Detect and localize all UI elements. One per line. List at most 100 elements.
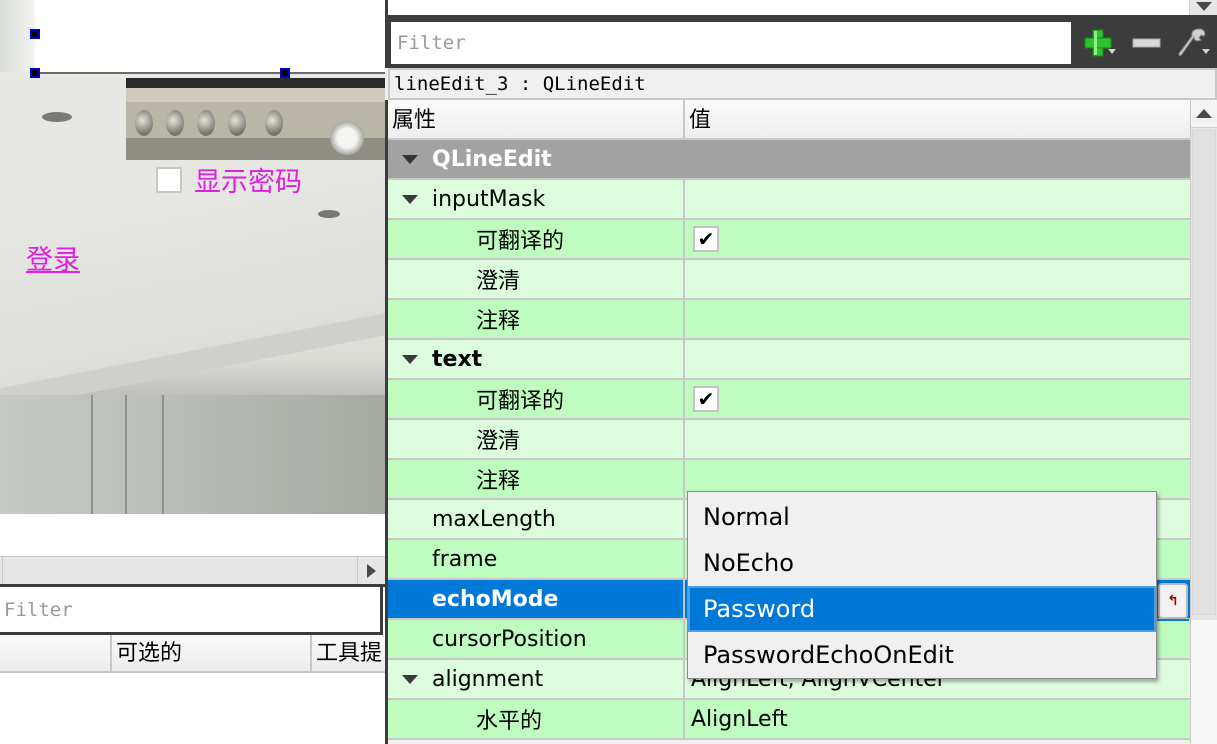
background-image-knob [197,110,215,136]
checkbox-box[interactable] [156,166,182,193]
property-row[interactable]: 澄清 [388,420,1190,460]
property-name-cell[interactable]: QLineEdit [388,140,685,178]
echo-mode-option[interactable]: NoEcho [688,540,1156,586]
background-image-knob [265,110,283,136]
minus-icon [1132,38,1161,48]
dropdown-indicator-icon [1202,49,1210,54]
property-row[interactable]: 可翻译的 ✔ [388,220,1190,260]
property-filter-field[interactable] [391,22,1071,64]
property-name-cell[interactable]: 注释 [388,460,685,498]
property-name-cell[interactable]: 注释 [388,300,685,338]
arrow-down-icon [1195,1,1212,11]
echo-mode-option[interactable]: Password [688,586,1156,632]
property-name: frame [432,546,498,572]
column-header-tooltip[interactable]: 工具提 [312,635,385,671]
property-value-cell[interactable]: ✔ [685,380,1190,418]
canvas-horizontal-scrollbar[interactable] [0,556,385,584]
background-image-knob [166,110,184,136]
login-link[interactable]: 登录 [26,238,80,277]
property-name-cell[interactable]: maxLength [388,500,685,538]
property-value-cell[interactable] [685,180,1190,218]
selection-handle[interactable] [30,29,40,39]
property-filter-input[interactable] [391,22,1071,64]
expand-collapse-icon[interactable] [388,354,432,364]
selected-line-edit-widget[interactable] [35,0,385,74]
dropdown-indicator-icon [1108,49,1116,54]
signal-filter-input[interactable] [0,587,380,632]
property-row[interactable]: inputMask [388,180,1190,220]
add-dynamic-property-button[interactable] [1080,26,1116,60]
property-name-cell[interactable]: cursorPosition [388,620,685,658]
property-name-cell[interactable]: 澄清 [388,420,685,458]
property-name: 水平的 [476,709,543,734]
canvas-blank-area [0,514,385,556]
background-image-line [125,395,127,514]
property-table-header: 属性 值 [388,100,1190,140]
property-value-cell[interactable]: ✔ [685,220,1190,258]
scroll-down-button[interactable] [1189,0,1217,15]
signal-filter-field[interactable] [0,587,383,635]
property-name-cell[interactable]: 水平的 [388,700,685,738]
property-name: 可翻译的 [476,389,565,414]
property-name: 澄清 [476,269,521,294]
property-name-cell[interactable]: alignment [388,660,685,698]
property-row[interactable]: 注释 [388,300,1190,340]
property-row[interactable]: text [388,340,1190,380]
column-header-value[interactable]: 值 [685,100,1190,138]
property-checkbox[interactable]: ✔ [693,226,719,252]
current-object-label: lineEdit_3 : QLineEdit [388,68,1217,100]
property-name-cell[interactable]: 可翻译的 [388,220,685,258]
property-value-cell[interactable] [685,340,1190,378]
property-value-cell[interactable] [685,300,1190,338]
property-name-cell[interactable]: 澄清 [388,260,685,298]
property-name-cell[interactable]: frame [388,540,685,578]
reset-property-button[interactable]: ↰ [1158,583,1188,619]
background-image-dial [330,121,364,155]
show-password-label: 显示密码 [194,167,302,198]
property-row[interactable]: 澄清 [388,260,1190,300]
property-checkbox[interactable]: ✔ [693,386,719,412]
column-header-property[interactable]: 属性 [388,100,685,138]
object-inspector-remnant [385,0,1217,18]
property-row[interactable]: 可翻译的 ✔ [388,380,1190,420]
form-preview-canvas[interactable]: 显示密码 登录 [0,0,385,514]
scroll-up-button[interactable] [1191,100,1217,128]
echo-mode-option[interactable]: PasswordEchoOnEdit [688,632,1156,678]
property-name-cell[interactable]: 可翻译的 [388,380,685,418]
scrollbar-thumb[interactable] [1192,130,1216,615]
scrollbar-track-edge [2,557,3,583]
property-name: inputMask [432,186,546,212]
property-name-cell[interactable]: echoMode [388,580,685,618]
show-password-checkbox[interactable]: 显示密码 [156,160,302,199]
column-header[interactable] [0,635,112,671]
configure-property-editor-button[interactable] [1174,26,1210,60]
checkmark-icon: ✔ [697,387,715,411]
checkmark-icon: ✔ [697,227,715,251]
background-image-line [162,395,164,514]
expand-collapse-icon[interactable] [388,194,432,204]
property-row[interactable]: QLineEdit [388,140,1190,180]
property-name-cell[interactable]: text [388,340,685,378]
reset-arrow-icon: ↰ [1167,593,1179,609]
property-name-cell[interactable]: inputMask [388,180,685,218]
expand-collapse-icon[interactable] [388,674,432,684]
property-value-cell[interactable] [685,420,1190,458]
scroll-right-button[interactable] [357,557,385,584]
property-name: QLineEdit [432,146,552,172]
wrench-icon [1178,28,1206,56]
expand-collapse-icon[interactable] [388,154,432,164]
column-header-selectable[interactable]: 可选的 [112,635,312,671]
property-row[interactable]: 水平的 AlignLeft [388,700,1190,740]
background-image-hole [42,112,72,122]
property-value-cell[interactable]: AlignLeft [685,700,1190,738]
scrollbar-gutter [1190,620,1217,744]
background-image-hole [318,210,340,218]
property-toolbar [385,18,1217,68]
property-name: 注释 [476,309,521,334]
property-value-cell[interactable] [685,260,1190,298]
selection-handle[interactable] [280,68,290,78]
echo-mode-option[interactable]: Normal [688,494,1156,540]
selection-handle[interactable] [30,68,40,78]
remove-dynamic-property-button[interactable] [1128,26,1164,60]
property-table-vertical-scrollbar[interactable] [1190,100,1217,620]
